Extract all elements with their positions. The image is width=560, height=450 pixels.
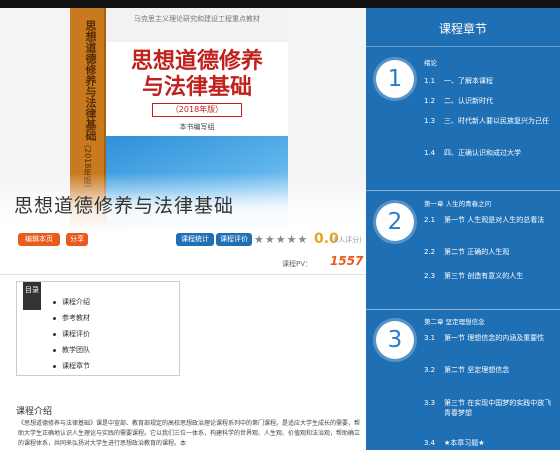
- sidebar-title: 课程章节: [438, 22, 487, 36]
- toc-item-label: 课程评价: [62, 330, 90, 338]
- top-bar: [0, 0, 560, 8]
- course-review-button[interactable]: 课程评价: [216, 233, 252, 246]
- page-title: 思想道德修养与法律基础: [14, 195, 235, 217]
- cover-edition: （2018年版）: [152, 103, 242, 117]
- lesson-title: ★本章习题★: [444, 439, 485, 447]
- chapter-heading[interactable]: 第一章 人生的青春之问: [424, 198, 491, 208]
- lesson-title: 第一节 人生观是对人生的总看法: [444, 216, 545, 224]
- chapter-heading[interactable]: 第二章 坚定理想信念: [424, 316, 485, 326]
- bullet-icon: [53, 348, 56, 352]
- lesson-title: 一、了解本课程: [444, 77, 493, 85]
- chapter-number-badge: 3: [376, 321, 414, 359]
- cover-series-text: 马克思主义理论研究和建设工程重点教材: [106, 8, 288, 42]
- lesson-number: 2.2: [424, 248, 436, 256]
- bullet-icon: [53, 300, 56, 304]
- lesson-number: 3.2: [424, 366, 436, 374]
- cover-title-line1: 思想道德修养: [130, 48, 263, 74]
- pv-label: 课程PV：: [282, 260, 313, 268]
- toc-item-review[interactable]: 课程评价: [53, 326, 177, 342]
- intro-text: 《思想道德修养与法律基础》课是中宣部、教育部规定的高校思想政治理论课程系列中的第…: [18, 420, 361, 447]
- edit-page-button[interactable]: 编辑本页: [18, 233, 60, 246]
- bullet-icon: [53, 364, 56, 368]
- toc-item-chapters[interactable]: 课程章节: [53, 358, 177, 374]
- toc-item-textbook[interactable]: 参考教材: [53, 310, 177, 326]
- toc-item-label: 课程介绍: [62, 298, 90, 306]
- lesson-title: 第二节 正确的人生观: [444, 248, 510, 256]
- cover-title-line2: 与法律基础: [141, 74, 252, 100]
- lesson-title: 第三节 创造有意义的人生: [444, 272, 524, 280]
- cover-editor: 本书编写组: [179, 123, 215, 131]
- cover-area: 思想道德修养与法律基础 （2018年版） 马克思主义理论研究和建设工程重点教材 …: [0, 8, 366, 233]
- share-button[interactable]: 分享: [66, 233, 88, 246]
- chapter-heading[interactable]: 绪论: [424, 57, 437, 67]
- cover-title: 思想道德修养 与法律基础: [106, 48, 288, 100]
- lesson-number: 2.3: [424, 272, 436, 280]
- spine-title: 思想道德修养与法律基础: [84, 20, 97, 141]
- chapter-number-badge: 1: [376, 60, 414, 98]
- chapter-number-badge: 2: [376, 203, 414, 241]
- lesson-number: 1.2: [424, 97, 436, 105]
- toc-tag: 目录: [23, 282, 41, 310]
- lesson-number: 3.4: [424, 439, 436, 447]
- toc-item-intro[interactable]: 课程介绍: [53, 294, 177, 310]
- intro-heading: 课程介绍: [16, 407, 53, 417]
- lesson-number: 2.1: [424, 216, 436, 224]
- divider: [0, 274, 366, 275]
- chapter-divider: [366, 190, 560, 191]
- chapter-divider: [366, 309, 560, 310]
- lesson-number: 1.3: [424, 117, 436, 125]
- lesson-number: 3.1: [424, 334, 436, 342]
- lesson-title: 二、认识新时代: [444, 97, 493, 105]
- pv-value: 1557: [330, 254, 364, 268]
- toc-item-label: 课程章节: [62, 362, 90, 370]
- bullet-icon: [53, 316, 56, 320]
- toc-item-team[interactable]: 教学团队: [53, 342, 177, 358]
- toc-item-label: 教学团队: [62, 346, 90, 354]
- lesson-title: 第二节 坚定理想信念: [444, 366, 510, 374]
- chapter-sidebar: 课程章节 1 绪论 1.1 一、了解本课程 1.2 二、认识新时代 1.3 三、…: [366, 8, 560, 450]
- course-stats-button[interactable]: 课程统计: [176, 233, 214, 246]
- lesson-title: 第一节 理想信念的内涵及重要性: [444, 334, 545, 342]
- rating-count: (0人评分): [331, 236, 362, 244]
- lesson-title: 四、正确认识和成过大学: [444, 149, 521, 157]
- lesson-number: 1.1: [424, 77, 436, 85]
- course-main: 思想道德修养与法律基础 （2018年版） 马克思主义理论研究和建设工程重点教材 …: [0, 8, 366, 450]
- toc-list: 课程介绍 参考教材 课程评价 教学团队 课程章节: [53, 294, 177, 374]
- table-of-contents: 目录 课程介绍 参考教材 课程评价 教学团队 课程章节: [16, 281, 180, 376]
- lesson-number: 3.3: [424, 399, 436, 407]
- sidebar-divider: [366, 46, 560, 47]
- bullet-icon: [53, 332, 56, 336]
- lesson-title: 第三节 在实现中国梦的实践中放飞青春梦想: [444, 399, 552, 417]
- lesson-title: 三、时代新人要以民族复兴为己任: [444, 117, 549, 125]
- lesson-number: 1.4: [424, 149, 436, 157]
- rating-stars[interactable]: ★★★★★: [254, 233, 308, 246]
- toc-item-label: 参考教材: [62, 314, 90, 322]
